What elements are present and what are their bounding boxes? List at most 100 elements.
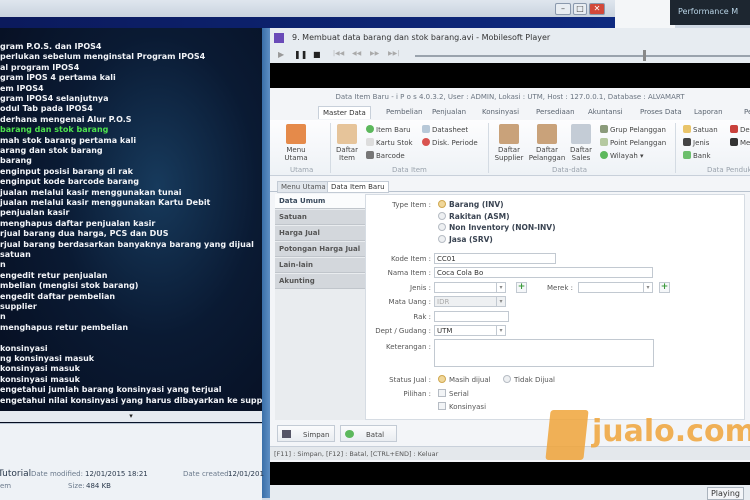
tab-konsinyasi[interactable]: Konsinyasi: [478, 106, 523, 118]
tutorial-list-item[interactable]: menghapus daftar penjualan kasir: [0, 219, 155, 229]
me-button[interactable]: Me: [730, 138, 750, 148]
bank-button[interactable]: Bank: [683, 151, 711, 161]
tutorial-list-item[interactable]: arang dan stok barang: [0, 146, 103, 156]
jenis-select[interactable]: ▾: [434, 282, 506, 293]
last-button[interactable]: ▶▶|: [388, 50, 399, 57]
tab-penjualan[interactable]: Penjualan: [428, 106, 470, 118]
tutorial-list-item[interactable]: al program IPOS4: [0, 63, 79, 73]
tutorial-list-item[interactable]: gram IPOS 4 pertama kali: [0, 73, 116, 83]
chevron-down-icon[interactable]: ▾: [643, 283, 652, 292]
side-nav-item-harga-jual[interactable]: Harga Jual: [275, 226, 365, 241]
tutorial-list-item[interactable]: mbelian (mengisi stok barang): [0, 281, 138, 291]
tutorial-list-item[interactable]: odul Tab pada IPOS4: [0, 104, 93, 114]
side-nav-item-lain-lain[interactable]: Lain-lain: [275, 258, 365, 273]
seek-thumb[interactable]: [642, 50, 646, 61]
tutorial-list-item[interactable]: enginput posisi barang di rak: [0, 167, 133, 177]
rewind-button[interactable]: ◀◀: [352, 50, 361, 57]
forward-button[interactable]: ▶▶: [370, 50, 379, 57]
tab-master-data[interactable]: Master Data: [318, 106, 371, 119]
daftar-supplier-button[interactable]: Daftar Supplier: [492, 124, 526, 162]
kartu-stok-button[interactable]: Kartu Stok: [366, 138, 413, 148]
tutorial-list-item[interactable]: rjual barang berdasarkan banyaknya baran…: [0, 240, 254, 250]
scroll-down-button[interactable]: ▾: [0, 411, 262, 422]
pause-button[interactable]: ❚❚: [294, 50, 307, 59]
radio-option[interactable]: Jasa (SRV): [438, 235, 493, 244]
radio-icon[interactable]: [438, 235, 446, 244]
close-button[interactable]: ✕: [589, 3, 605, 15]
add-merek-button[interactable]: +: [659, 282, 670, 293]
satuan-button[interactable]: Satuan: [683, 125, 718, 135]
radio-option[interactable]: Tidak Dijual: [503, 375, 555, 384]
first-button[interactable]: |◀◀: [333, 50, 344, 57]
radio-option[interactable]: Barang (INV): [438, 200, 504, 209]
tab-persediaan[interactable]: Persediaan: [532, 106, 579, 118]
radio-option[interactable]: Non Inventory (NON-INV): [438, 223, 556, 232]
tutorial-list-item[interactable]: derhana mengenai Alur P.O.S: [0, 115, 132, 125]
radio-icon[interactable]: [438, 223, 446, 232]
tutorial-list-item[interactable]: engetahui jumlah barang konsinyasi yang …: [0, 385, 221, 395]
chevron-down-icon[interactable]: ▾: [496, 326, 505, 335]
tutorial-list-item[interactable]: mah stok barang pertama kali: [0, 136, 136, 146]
tab-pe[interactable]: Pe: [740, 106, 750, 118]
tutorial-list-item[interactable]: jualan melalui kasir menggunakan Kartu D…: [0, 198, 210, 208]
item-baru-button[interactable]: Item Baru: [366, 125, 411, 135]
tab-pembelian[interactable]: Pembelian: [382, 106, 426, 118]
checkbox-serial[interactable]: Serial: [438, 389, 469, 398]
tutorial-list-item[interactable]: engetahui nilai konsinyasi yang harus di…: [0, 396, 262, 406]
tutorial-list-item[interactable]: konsinyasi masuk: [0, 364, 80, 374]
nama-item-input[interactable]: Coca Cola Bo: [434, 267, 653, 278]
tab-proses-data[interactable]: Proses Data: [636, 106, 686, 118]
tutorial-list-item[interactable]: menghapus retur pembelian: [0, 323, 128, 333]
checkbox-konsinyasi[interactable]: Konsinyasi: [438, 402, 486, 411]
radio-icon[interactable]: [503, 375, 511, 383]
tutorial-list-item[interactable]: engedit daftar pembelian: [0, 292, 115, 302]
keterangan-textarea[interactable]: [434, 339, 654, 367]
tutorial-list-item[interactable]: n: [0, 312, 6, 322]
radio-option[interactable]: Masih dijual: [438, 375, 491, 384]
tutorial-list-item[interactable]: engedit retur penjualan: [0, 271, 108, 281]
kode-item-input[interactable]: CC01: [434, 253, 556, 264]
checkbox-icon[interactable]: [438, 402, 446, 410]
side-nav-item-satuan[interactable]: Satuan: [275, 210, 365, 225]
taskbar-performance-monitor[interactable]: Performance M: [670, 0, 750, 25]
rak-input[interactable]: [434, 311, 509, 322]
minimize-button[interactable]: –: [555, 3, 571, 15]
tutorial-list-item[interactable]: perlukan sebelum menginstal Program IPOS…: [0, 52, 205, 62]
side-nav-item-akunting[interactable]: Akunting: [275, 274, 365, 289]
daftar-sales-button[interactable]: Daftar Sales: [567, 124, 595, 162]
datasheet-button[interactable]: Datasheet: [422, 125, 468, 135]
wilayah-dropdown[interactable]: Wilayah ▾: [600, 151, 644, 161]
tutorial-list-item[interactable]: ng konsinyasi masuk: [0, 354, 94, 364]
stop-button[interactable]: ■: [313, 50, 321, 59]
doc-tab-data-item-baru[interactable]: Data Item Baru: [327, 181, 389, 193]
disk-periode-button[interactable]: Disk. Periode: [422, 138, 478, 148]
tutorial-list-item[interactable]: supplier: [0, 302, 37, 312]
tutorial-list-item[interactable]: barang: [0, 156, 32, 166]
side-nav-item-data-umum[interactable]: Data Umum: [275, 194, 365, 209]
radio-option[interactable]: Rakitan (ASM): [438, 211, 510, 221]
point-pelanggan-button[interactable]: Point Pelanggan: [600, 138, 666, 148]
merek-select[interactable]: ▾: [578, 282, 653, 293]
simpan-button[interactable]: Simpan: [277, 425, 335, 442]
tab-akuntansi[interactable]: Akuntansi: [584, 106, 627, 118]
daftar-item-button[interactable]: Daftar Item: [334, 124, 360, 162]
tutorial-list-item[interactable]: rjual barang dua harga, PCS dan DUS: [0, 229, 169, 239]
checkbox-icon[interactable]: [438, 389, 446, 397]
tutorial-list-item[interactable]: jualan melalui kasir menggunakan tunai: [0, 188, 182, 198]
grup-pelanggan-button[interactable]: Grup Pelanggan: [600, 125, 666, 135]
batal-button[interactable]: Batal: [340, 425, 397, 442]
doc-tab-menu-utama[interactable]: Menu Utama: [277, 181, 330, 193]
tutorial-list-item[interactable]: konsinyasi: [0, 344, 48, 354]
seek-bar[interactable]: [415, 55, 750, 57]
tutorial-list-item[interactable]: n: [0, 260, 6, 270]
tutorial-list-item[interactable]: penjualan kasir: [0, 208, 69, 218]
radio-icon[interactable]: [438, 375, 446, 383]
tutorial-list-item[interactable]: em IPOS4: [0, 84, 44, 94]
side-nav-item-potongan-harga-jual[interactable]: Potongan Harga Jual: [275, 242, 365, 257]
tutorial-list-item[interactable]: satuan: [0, 250, 31, 260]
maximize-button[interactable]: □: [573, 3, 587, 15]
barcode-button[interactable]: Barcode: [366, 151, 405, 161]
tutorial-list-item[interactable]: gram P.O.S. dan IPOS4: [0, 42, 101, 52]
play-button[interactable]: ▶: [278, 50, 284, 59]
daftar-pelanggan-button[interactable]: Daftar Pelanggan: [528, 124, 566, 162]
